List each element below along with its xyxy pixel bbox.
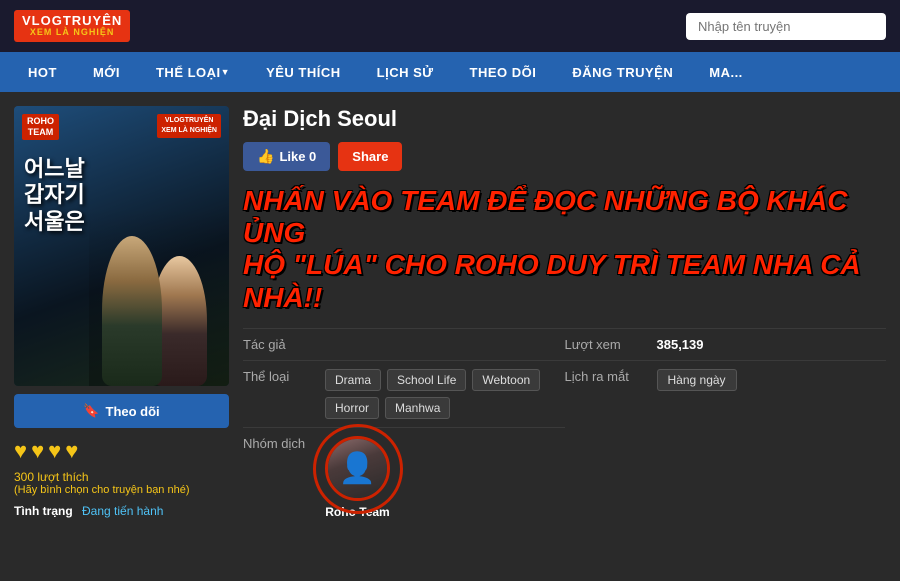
star-3[interactable]: ♥ [48,438,61,464]
share-button[interactable]: Share [338,142,402,171]
likes-row: 300 lượt thích (Hãy bình chọn cho truyện… [14,470,229,496]
group-avatar[interactable]: 👤 [325,436,390,501]
header: VLOGTRUYÊN XEM LÀ NGHIỆN [0,0,900,52]
manga-cover: ROHOTEAM VLOGTRUYÊNXEM LÀ NGHIỆN 어느날갑자기서… [14,106,229,386]
roho-badge: ROHOTEAM [22,114,59,140]
group-name: Roho Team [325,505,389,519]
nav-theloai[interactable]: THỂ LOẠI [138,52,248,92]
like-label: Like 0 [279,149,316,164]
genre-label: Thể loại [243,369,313,384]
genre-row: Thể loại Drama School Life Webtoon Horro… [243,360,565,427]
left-panel: ROHOTEAM VLOGTRUYÊNXEM LÀ NGHIỆN 어느날갑자기서… [14,106,229,567]
nav-hot[interactable]: HOT [10,52,75,92]
likes-count: 300 lượt thích [14,470,89,484]
group-label: Nhóm dịch [243,436,313,451]
release-row: Lịch ra mắt Hàng ngày [565,360,887,427]
tag-horror[interactable]: Horror [325,397,379,419]
group-area: 👤 Roho Team [325,436,390,519]
main-content: ROHOTEAM VLOGTRUYÊNXEM LÀ NGHIỆN 어느날갑자기서… [0,92,900,581]
nav-theodoi[interactable]: THEO DÕI [452,52,555,92]
share-label: Share [352,149,388,164]
vlog-badge: VLOGTRUYÊNXEM LÀ NGHIỆN [157,114,221,138]
right-panel: Đại Dịch Seoul 👍 Like 0 Share NHẤN VÀO T… [243,106,886,567]
nav-yeuthich[interactable]: YÊU THÍCH [248,52,359,92]
cover-characters [89,206,229,386]
tag-school[interactable]: School Life [387,369,466,391]
author-label: Tác giả [243,337,313,352]
manga-title: Đại Dịch Seoul [243,106,886,132]
follow-button[interactable]: 🔖 Theo dõi [14,394,229,428]
logo-top: VLOGTRUYÊN [22,14,122,27]
stars-row: ♥ ♥ ♥ ♥ [14,438,229,464]
tag-manhwa[interactable]: Manhwa [385,397,450,419]
tag-drama[interactable]: Drama [325,369,381,391]
views-label: Lượt xem [565,337,645,352]
release-label: Lịch ra mắt [565,369,645,384]
tag-webtoon[interactable]: Webtoon [472,369,540,391]
likes-note: (Hãy bình chọn cho truyện bạn nhé) [14,484,229,496]
like-button[interactable]: 👍 Like 0 [243,142,330,171]
tags-container: Drama School Life Webtoon Horror Manhwa [325,369,565,419]
views-value: 385,139 [657,337,704,352]
logo-box[interactable]: VLOGTRUYÊN XEM LÀ NGHIỆN [14,10,130,42]
search-input[interactable] [686,13,886,40]
promo-line-2: HỘ "LÚA" CHO ROHO DUY TRÌ TEAM NHA CẢ NH… [243,249,861,312]
status-row: Tình trạng Đang tiến hành [14,504,229,518]
nav-bar: HOT MỚI THỂ LOẠI YÊU THÍCH LỊCH SỬ THEO … [0,52,900,92]
logo-area: VLOGTRUYÊN XEM LÀ NGHIỆN [14,10,130,42]
nav-dangtruyen[interactable]: ĐĂNG TRUYỆN [554,52,691,92]
author-row: Tác giả [243,328,565,360]
group-avatar-inner: 👤 [328,439,387,498]
views-row: Lượt xem 385,139 [565,328,887,360]
nav-lichsu[interactable]: LỊCH SỬ [359,52,452,92]
character-1 [102,236,162,386]
follow-label: Theo dõi [106,404,160,419]
star-2[interactable]: ♥ [31,438,44,464]
logo-bottom: XEM LÀ NGHIỆN [30,27,115,38]
promo-text: NHẤN VÀO TEAM ĐỂ ĐỌC NHỮNG BỘ KHÁC ỦNG H… [243,185,886,314]
info-grid: Tác giả Lượt xem 385,139 Thể loại Drama … [243,328,886,527]
action-buttons: 👍 Like 0 Share [243,142,886,171]
star-4[interactable]: ♥ [65,438,78,464]
promo-line-1: NHẤN VÀO TEAM ĐỂ ĐỌC NHỮNG BỘ KHÁC ỦNG [243,185,847,248]
group-row: Nhóm dịch 👤 Roho Team [243,427,565,527]
status-label: Tình trạng [14,504,73,518]
thumb-icon: 👍 [257,148,274,165]
status-value: Đang tiến hành [82,504,163,518]
cover-title-kr: 어느날갑자기서울은 [24,156,85,235]
nav-moi[interactable]: MỚI [75,52,138,92]
star-1[interactable]: ♥ [14,438,27,464]
release-value: Hàng ngày [657,369,737,391]
bookmark-icon: 🔖 [83,403,99,419]
nav-more[interactable]: MA... [691,52,761,92]
